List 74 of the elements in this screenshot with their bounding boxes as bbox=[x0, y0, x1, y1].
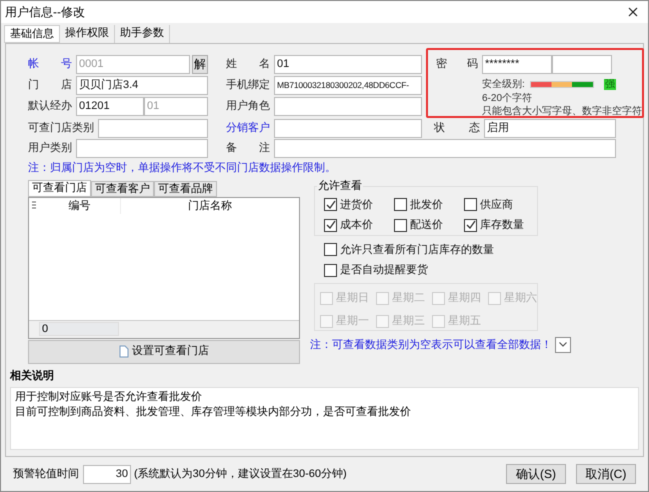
field-label: 默认经办 bbox=[28, 98, 73, 114]
checkbox-label: 星期三 bbox=[392, 314, 425, 329]
checkbox-label: 星期六 bbox=[504, 290, 537, 306]
chevron-down-icon bbox=[559, 342, 567, 348]
password-hint: 只能包含大小写字母、数字非空字符 bbox=[481, 105, 642, 118]
checkbox-label: 星期日 bbox=[336, 290, 369, 306]
tab[interactable]: 可查看门店 bbox=[28, 180, 91, 196]
checkbox[interactable] bbox=[324, 264, 337, 277]
note-text: 注：归属门店为空时，单据操作将不受不同门店数据操作限制。 bbox=[27, 160, 337, 176]
interval-hint: (系统默认为30分钟，建议设置在30-60分钟) bbox=[134, 466, 347, 482]
description-text: 目前可控制到商品资料、批发管理、库存管理等模块内部分功，是否可查看批发价 bbox=[15, 405, 412, 420]
checkbox[interactable] bbox=[324, 218, 337, 232]
input-field[interactable]: ******** bbox=[482, 55, 552, 74]
field-label: 分销客户 bbox=[226, 120, 271, 136]
field-label: 门店 bbox=[28, 78, 73, 93]
checkbox-label: 允许只查看所有门店库存的数量 bbox=[340, 242, 494, 258]
field-label: 备注 bbox=[226, 140, 271, 156]
strength-badge: 强 bbox=[604, 79, 616, 90]
input-field[interactable]: MB7100032180300202,48DD6CCF- bbox=[274, 76, 422, 94]
cancel-button[interactable]: 取消(C) bbox=[576, 464, 636, 484]
column-header: 编号 bbox=[39, 198, 121, 214]
column-header: 门店名称 bbox=[187, 198, 233, 214]
field-label: 姓名 bbox=[226, 56, 271, 72]
input-field[interactable] bbox=[274, 96, 422, 116]
confirm-button[interactable]: 确认(S) bbox=[506, 464, 566, 484]
data-note: 注：可查看数据类别为空表示可以查看全部数据！ bbox=[310, 338, 552, 352]
input-field[interactable]: 01201 bbox=[76, 96, 144, 116]
checkbox[interactable] bbox=[464, 198, 477, 212]
checkbox[interactable] bbox=[394, 218, 407, 232]
input-field[interactable] bbox=[274, 139, 616, 158]
checkbox-label: 批发价 bbox=[410, 198, 443, 212]
field-label: 手机绑定 bbox=[226, 78, 271, 93]
input-field[interactable]: 启用 bbox=[484, 119, 616, 138]
field-label: 帐号 bbox=[28, 56, 73, 72]
checkbox[interactable] bbox=[464, 218, 477, 232]
checkbox-label: 是否自动提醒要货 bbox=[340, 263, 428, 278]
input-field[interactable]: 贝贝门店3.4 bbox=[76, 76, 208, 94]
tab[interactable]: 可查看客户 bbox=[91, 180, 154, 196]
checkbox-label: 供应商 bbox=[480, 198, 513, 212]
field-label: 用户类别 bbox=[28, 140, 73, 156]
password-hint: 6-20个字符 bbox=[481, 92, 534, 105]
checkbox-label: 星期二 bbox=[392, 290, 425, 306]
checkbox-label: 库存数量 bbox=[480, 218, 524, 233]
checkbox[interactable] bbox=[394, 198, 407, 212]
dropdown-button[interactable] bbox=[555, 336, 571, 353]
interval-label: 预警轮值时间 bbox=[13, 466, 79, 482]
checkbox[interactable] bbox=[324, 243, 337, 256]
row-count: 0 bbox=[39, 322, 119, 336]
checkbox-label: 进货价 bbox=[340, 198, 373, 212]
input-field[interactable] bbox=[76, 139, 208, 158]
description-text: 用于控制对应账号是否允许查看批发价 bbox=[15, 390, 203, 405]
input-field[interactable] bbox=[274, 119, 422, 138]
input-field[interactable]: 30 bbox=[83, 464, 131, 484]
set-store-button[interactable]: 设置可查看门店 bbox=[28, 340, 300, 364]
checkbox-label: 配送价 bbox=[410, 218, 443, 233]
checkbox-label: 星期四 bbox=[448, 290, 481, 306]
field-label: 状态 bbox=[434, 120, 481, 136]
input-field[interactable] bbox=[98, 119, 208, 138]
input-field[interactable]: 01 bbox=[274, 54, 422, 74]
checkbox-label: 成本价 bbox=[340, 218, 373, 233]
checkbox-label: 星期五 bbox=[448, 314, 481, 329]
tab[interactable]: 基础信息 bbox=[4, 25, 60, 43]
checkbox-label: 星期一 bbox=[336, 314, 369, 329]
close-icon[interactable] bbox=[628, 7, 638, 17]
tab[interactable]: 可查看品牌 bbox=[154, 180, 217, 196]
strength-label: 安全级别: bbox=[482, 78, 526, 92]
field-label: 用户角色 bbox=[226, 98, 271, 114]
field-label: 密码 bbox=[436, 56, 479, 72]
field-label: 可查门店类别 bbox=[28, 120, 95, 136]
checkbox[interactable] bbox=[324, 198, 337, 212]
input-field[interactable] bbox=[552, 55, 612, 74]
section-title: 相关说明 bbox=[10, 368, 55, 384]
window-title: 用户信息--修改 bbox=[5, 4, 85, 21]
document-icon bbox=[119, 345, 129, 358]
